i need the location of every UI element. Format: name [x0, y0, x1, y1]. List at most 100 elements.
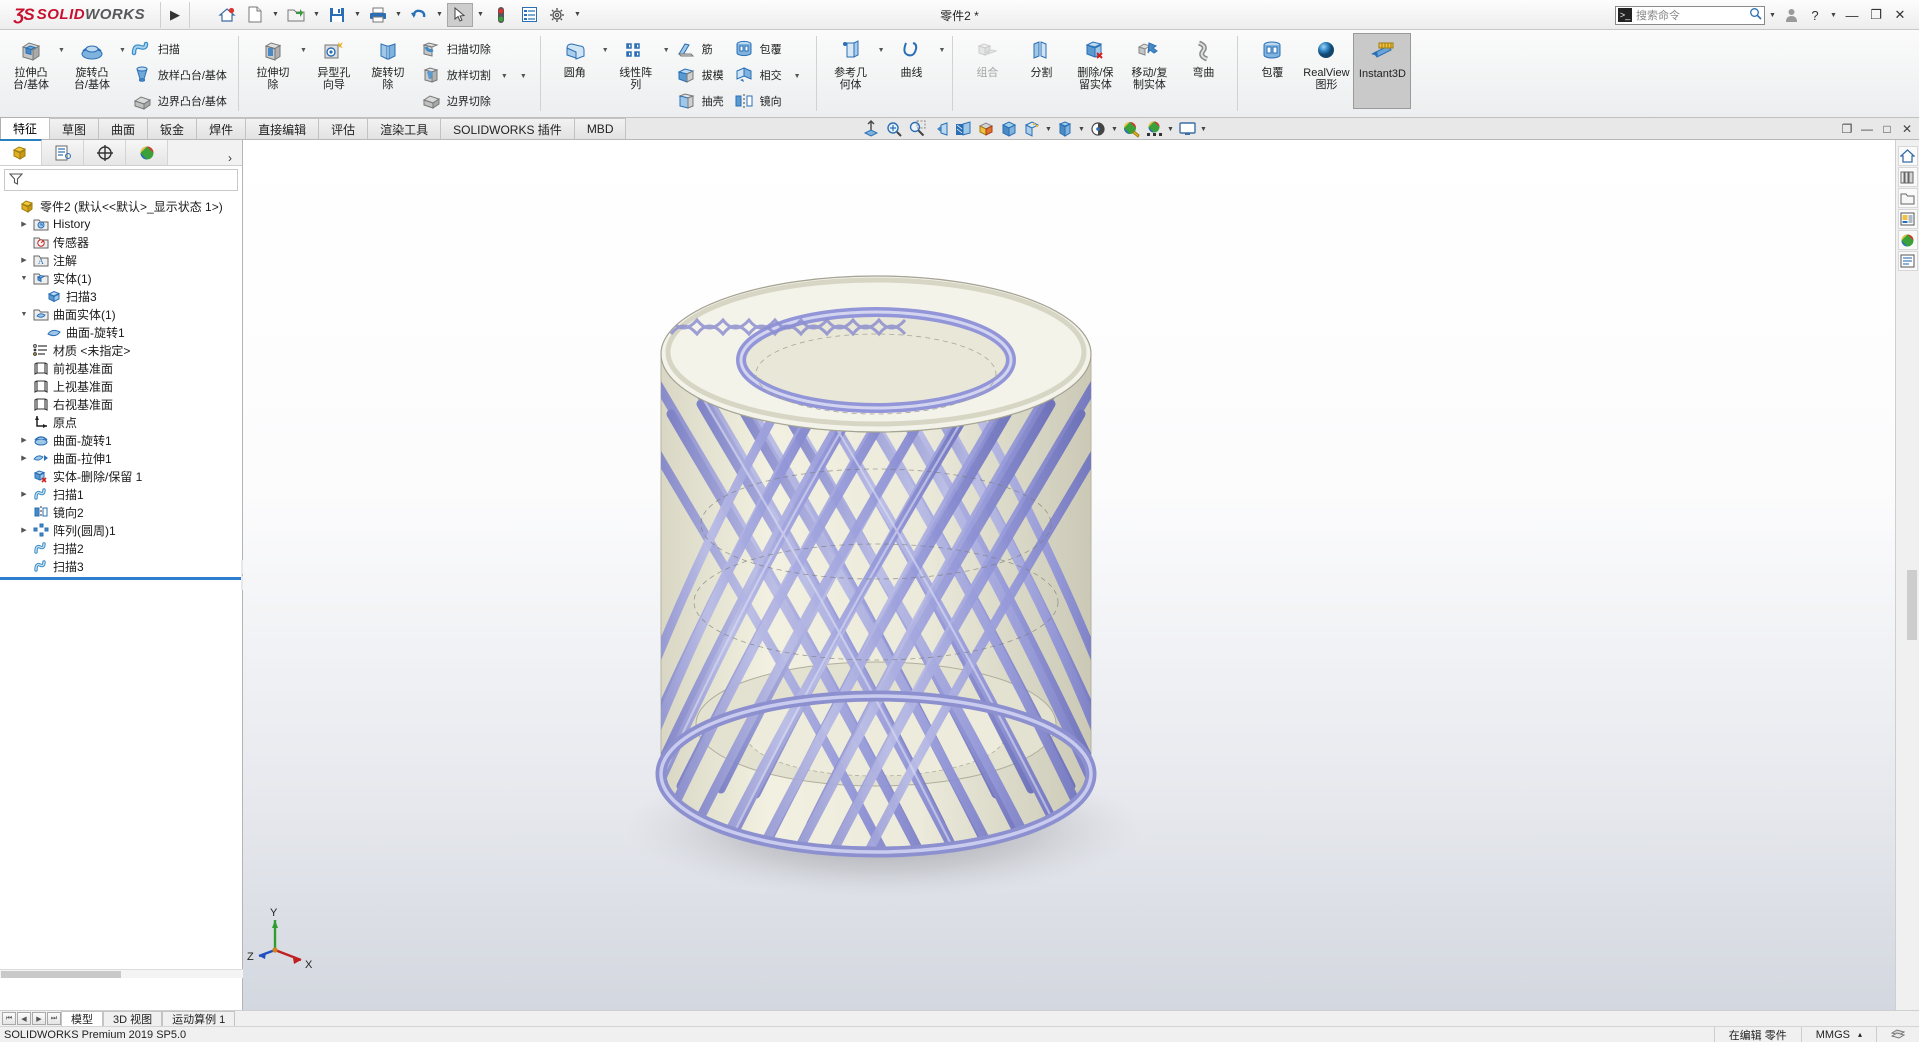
tree-item[interactable]: ▶ History — [0, 215, 242, 233]
minimize-doc-icon[interactable]: — — [1859, 122, 1875, 136]
tree-expand-arrow-icon[interactable]: ▶ — [17, 490, 31, 498]
realview-graphics-button[interactable]: RealView 图形 — [1299, 33, 1353, 91]
linear-pattern-caret-icon[interactable]: ▼ — [663, 43, 670, 57]
rebuild-icon[interactable] — [488, 3, 514, 27]
reference-geometry-button[interactable]: 参考几 何体 — [824, 33, 878, 91]
sweep-button[interactable]: 扫描 — [126, 36, 231, 62]
fillet-button[interactable]: 圆角 — [548, 33, 602, 79]
feature-tree-tab[interactable] — [0, 139, 42, 165]
tree-collapse-arrow-icon[interactable]: ▼ — [17, 275, 31, 282]
flex-button[interactable]: 弯曲 — [1176, 33, 1230, 79]
revolved-boss-caret-icon[interactable]: ▼ — [119, 43, 126, 57]
home-icon[interactable] — [214, 3, 240, 27]
model-3d-view[interactable]: Y X Z — [243, 140, 1895, 1010]
open-caret-icon[interactable]: ▼ — [311, 3, 322, 27]
tab-evaluate[interactable]: 评估 — [318, 118, 369, 139]
move-copy-body-button[interactable]: 移动/复 制实体 — [1122, 33, 1176, 91]
edit-appearance-icon[interactable] — [1054, 119, 1076, 139]
file-explorer-icon[interactable] — [1897, 188, 1918, 208]
zoom-window-icon[interactable] — [906, 119, 928, 139]
minimize-button[interactable]: — — [1841, 2, 1863, 28]
status-units[interactable]: MMGS ▴ — [1800, 1026, 1876, 1042]
edit-appearance-caret-icon[interactable]: ▼ — [1077, 119, 1086, 139]
swept-cut-button[interactable]: 扫描切除 — [415, 36, 495, 62]
status-overlay-icon[interactable] — [1876, 1026, 1919, 1042]
split-button[interactable]: 分割 — [1014, 33, 1068, 79]
new-document-caret-icon[interactable]: ▼ — [270, 3, 281, 27]
expand-panel-arrow-icon[interactable]: › — [228, 151, 242, 165]
property-manager-tab[interactable] — [42, 140, 84, 165]
view-palette-icon[interactable] — [1897, 209, 1918, 229]
tree-root-item[interactable]: 零件2 (默认<<默认>_显示状态 1>) — [0, 197, 242, 215]
bottom-tab-3dviews[interactable]: 3D 视图 — [103, 1011, 163, 1026]
tree-item[interactable]: 原点 — [0, 413, 242, 431]
tree-item[interactable]: ▶ A 注解 — [0, 251, 242, 269]
configuration-manager-tab[interactable] — [84, 140, 126, 165]
tree-item[interactable]: 扫描2 — [0, 539, 242, 557]
tree-item[interactable]: 镜向2 — [0, 503, 242, 521]
display-style-icon[interactable] — [998, 119, 1020, 139]
tree-item[interactable]: 前视基准面 — [0, 359, 242, 377]
options-list-icon[interactable] — [516, 3, 542, 27]
tab-sketch[interactable]: 草图 — [49, 118, 100, 139]
settings-caret-icon[interactable]: ▼ — [572, 3, 583, 27]
tree-item[interactable]: 扫描3 — [0, 557, 242, 575]
help-caret-icon[interactable]: ▼ — [1828, 3, 1839, 27]
select-cursor-icon[interactable] — [447, 2, 473, 27]
search-icon[interactable] — [1749, 7, 1762, 23]
restore-doc-icon[interactable]: ❐ — [1839, 122, 1855, 136]
search-caret-icon[interactable]: ▼ — [1767, 3, 1778, 27]
combine-button[interactable]: 组合 — [960, 33, 1014, 79]
tree-expand-arrow-icon[interactable]: ▶ — [17, 220, 31, 228]
tree-expand-arrow-icon[interactable]: ▶ — [17, 436, 31, 444]
maximize-doc-icon[interactable]: □ — [1879, 122, 1895, 136]
cut-group-caret2-icon[interactable]: ▼ — [514, 69, 533, 83]
next-tab-button[interactable]: ▶ — [32, 1012, 46, 1025]
tree-expand-arrow-icon[interactable]: ▶ — [17, 526, 31, 534]
tab-render-tools[interactable]: 渲染工具 — [367, 118, 442, 139]
curves-button[interactable]: 曲线 — [885, 33, 939, 79]
section-view-icon[interactable] — [952, 119, 974, 139]
tree-item[interactable]: ▶ 阵列(圆周)1 — [0, 521, 242, 539]
mirror-button[interactable]: 镜向 — [728, 88, 786, 114]
last-tab-button[interactable]: ⏭ — [47, 1012, 61, 1025]
boundary-boss-button[interactable]: 边界凸台/基体 — [126, 88, 231, 114]
tree-item[interactable]: 扫描3 — [0, 287, 242, 305]
tab-direct-editing[interactable]: 直接编辑 — [245, 118, 320, 139]
shell-button[interactable]: 抽壳 — [670, 88, 728, 114]
close-doc-icon[interactable]: ✕ — [1899, 122, 1915, 136]
scenes-lights-cameras-icon[interactable] — [1143, 119, 1165, 139]
solidworks-logo[interactable]: ƷS SOLID WORKS — [0, 5, 160, 25]
tree-item[interactable]: ▶ 扫描1 — [0, 485, 242, 503]
units-caret-icon[interactable]: ▴ — [1858, 1030, 1862, 1039]
new-document-icon[interactable] — [242, 3, 268, 27]
tab-sheetmetal[interactable]: 钣金 — [147, 118, 198, 139]
undo-caret-icon[interactable]: ▼ — [434, 3, 445, 27]
bottom-tab-motionstudy[interactable]: 运动算例 1 — [162, 1011, 236, 1026]
account-icon[interactable] — [1780, 2, 1802, 28]
zoom-to-area-icon[interactable] — [883, 119, 905, 139]
save-caret-icon[interactable]: ▼ — [352, 3, 363, 27]
custom-properties-icon[interactable] — [1897, 251, 1918, 271]
hide-show-caret-icon[interactable]: ▼ — [1044, 119, 1053, 139]
restore-button[interactable]: ❐ — [1865, 2, 1887, 28]
delete-keep-body-button[interactable]: 删除/保 留实体 — [1068, 33, 1122, 91]
design-library-icon[interactable] — [1897, 167, 1918, 187]
tab-surfaces[interactable]: 曲面 — [98, 118, 149, 139]
scenes-caret-icon[interactable]: ▼ — [1166, 119, 1175, 139]
search-command-box[interactable]: >_ 搜索命令 — [1615, 5, 1765, 25]
hide-show-items-icon[interactable] — [1021, 119, 1043, 139]
lofted-cut-button[interactable]: 放样切割 — [415, 62, 495, 88]
lofted-boss-button[interactable]: 放样凸台/基体 — [126, 62, 231, 88]
print-icon[interactable] — [365, 3, 391, 27]
curves-caret-icon[interactable]: ▼ — [939, 43, 946, 57]
search-input[interactable]: 搜索命令 — [1636, 7, 1749, 23]
graphics-area[interactable]: Y X Z — [243, 140, 1895, 1010]
tree-expand-arrow-icon[interactable]: ▶ — [17, 454, 31, 462]
tree-expand-arrow-icon[interactable]: ▶ — [17, 256, 31, 264]
tree-item[interactable]: 材质 <未指定> — [0, 341, 242, 359]
first-tab-button[interactable]: ⏮ — [2, 1012, 16, 1025]
prev-tab-button[interactable]: ◀ — [17, 1012, 31, 1025]
hole-wizard-button[interactable]: 异型孔 向导 — [307, 33, 361, 91]
tab-mbd[interactable]: MBD — [573, 118, 627, 139]
